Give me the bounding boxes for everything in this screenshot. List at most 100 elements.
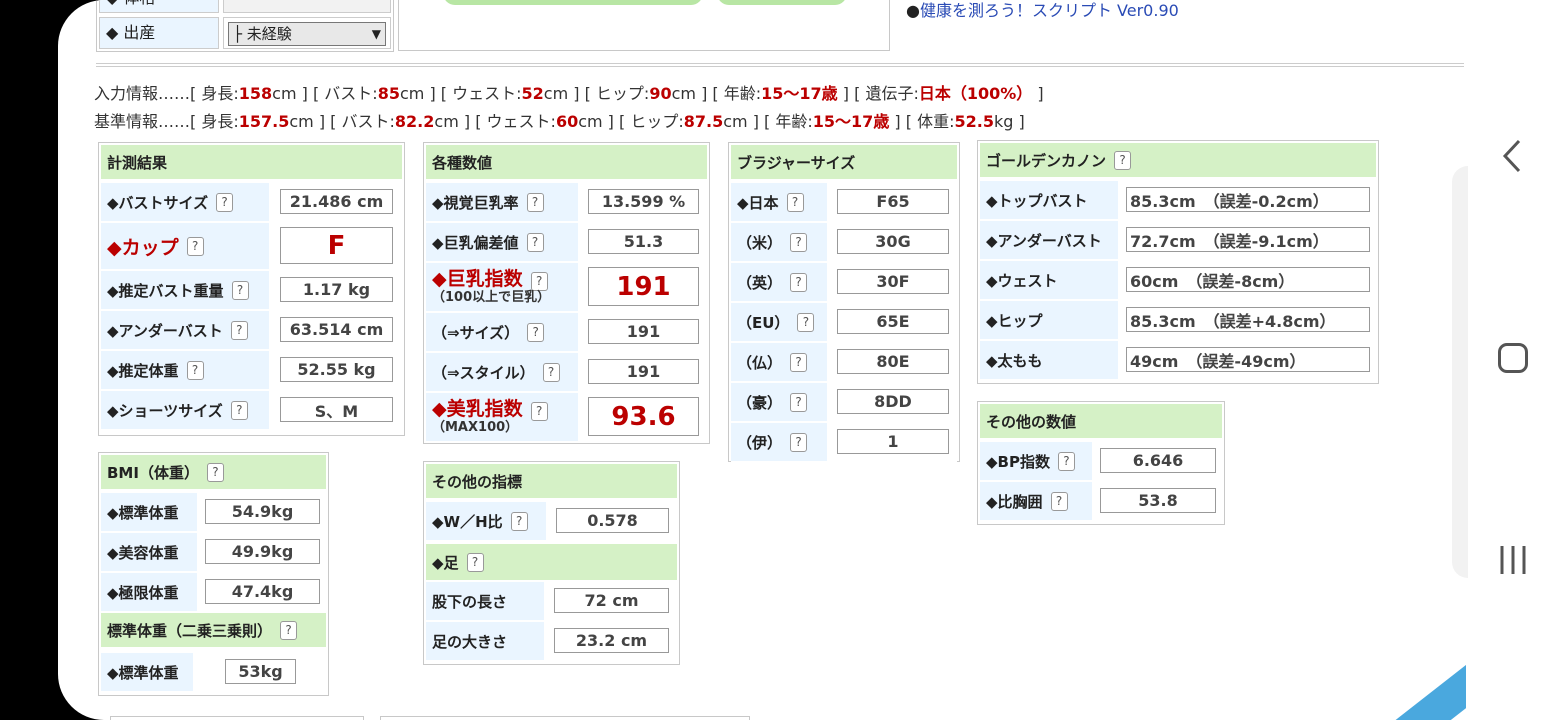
- help-icon[interactable]: ?: [1050, 491, 1068, 511]
- help-icon[interactable]: ?: [186, 360, 204, 380]
- help-icon[interactable]: ?: [230, 400, 248, 420]
- row-label: ◆BP指数: [986, 452, 1050, 471]
- help-icon[interactable]: ?: [790, 232, 808, 252]
- help-icon[interactable]: ?: [510, 511, 528, 531]
- row-label: ◆推定バスト重量: [107, 281, 224, 300]
- row-label: （豪）: [737, 393, 783, 412]
- row-label: 股下の長さ: [432, 592, 508, 611]
- help-icon[interactable]: ?: [797, 312, 815, 332]
- home-icon[interactable]: [1496, 340, 1530, 376]
- help-icon[interactable]: ?: [790, 272, 808, 292]
- various-title: 各種数値: [426, 145, 707, 179]
- info-unit: cm: [399, 84, 425, 103]
- row-label: ◆太もも: [986, 351, 1043, 370]
- measure-value: 52.55 kg: [280, 357, 393, 382]
- row-label-cell: ◆美容体重: [101, 533, 197, 571]
- info-label: 遺伝子:: [865, 84, 919, 103]
- info-label: バスト:: [341, 112, 395, 131]
- help-icon[interactable]: ?: [790, 392, 808, 412]
- row-label-cell: （米）?: [731, 223, 827, 261]
- help-icon[interactable]: ?: [790, 352, 808, 372]
- foot-value: 72 cm: [554, 588, 669, 613]
- row-label: （仏）: [737, 353, 783, 372]
- various-value: 191: [588, 359, 699, 384]
- bra-value: 80E: [837, 349, 949, 374]
- various-row: ◆巨乳偏差値? 51.3: [426, 223, 707, 263]
- golden-canon-row: ◆太もも 49cm （誤差-49cm）: [980, 341, 1376, 381]
- help-icon[interactable]: ?: [1057, 451, 1075, 471]
- golden-canon-value: 49cm （誤差-49cm）: [1126, 347, 1370, 372]
- row-label: ◆カップ: [107, 236, 179, 259]
- help-icon[interactable]: ?: [206, 462, 224, 482]
- info-value: 日本（100%）: [918, 84, 1033, 103]
- row-label-cell: ◆極限体重: [101, 573, 197, 611]
- help-icon[interactable]: ?: [186, 236, 204, 256]
- help-icon[interactable]: ?: [1114, 150, 1132, 170]
- action-button-2[interactable]: [717, 0, 847, 5]
- help-icon[interactable]: ?: [526, 192, 544, 212]
- row-label: ◆美乳指数: [432, 397, 523, 420]
- golden-canon-row: ◆アンダーバスト 72.7cm （誤差-9.1cm）: [980, 221, 1376, 261]
- indices-table: その他の指標 ◆W／H比? 0.578 ◆足? 股下の長さ 72 cm 足の大きさ 2…: [423, 461, 680, 665]
- row-label-cell: ◆推定体重?: [101, 351, 269, 389]
- help-icon[interactable]: ?: [230, 320, 248, 340]
- next-table-1: [110, 716, 364, 720]
- golden-canon-table: ゴールデンカノン? ◆トップバスト 85.3cm （誤差-0.2cm） ◆アンダーバ…: [977, 140, 1379, 384]
- bra-row: （伊）? 1: [731, 423, 957, 463]
- bra-row: ◆日本? F65: [731, 183, 957, 223]
- row-label-cell: ◆巨乳指数? （100以上で巨乳）: [426, 263, 578, 311]
- row-label-cell: ◆ショーツサイズ?: [101, 391, 269, 429]
- help-icon[interactable]: ?: [790, 432, 808, 452]
- measure-row: ◆アンダーバスト? 63.514 cm: [101, 311, 402, 351]
- help-icon[interactable]: ?: [530, 271, 548, 291]
- help-icon[interactable]: ?: [786, 192, 804, 212]
- top-panel: [398, 0, 890, 51]
- recent-apps-icon[interactable]: [1496, 542, 1530, 578]
- help-icon[interactable]: ?: [231, 280, 249, 300]
- row-label-cell: ◆標準体重: [101, 493, 197, 531]
- other-values-value: 6.646: [1100, 448, 1216, 473]
- foot-header: ◆足?: [426, 544, 677, 580]
- bmi-value: 54.9kg: [205, 499, 320, 524]
- golden-canon-header: ゴールデンカノン?: [980, 143, 1376, 177]
- various-value: 93.6: [588, 397, 699, 436]
- input-info-line: 入力情報……[ 身長:158cm ] [ バスト:85cm ] [ ウェスト:5…: [94, 84, 1044, 103]
- golden-canon-value: 72.7cm （誤差-9.1cm）: [1126, 227, 1370, 252]
- row-label: ◆トップバスト: [986, 191, 1088, 210]
- golden-canon-row: ◆トップバスト 85.3cm （誤差-0.2cm）: [980, 181, 1376, 221]
- physique-select[interactable]: [223, 0, 391, 13]
- other-values-value: 53.8: [1100, 488, 1216, 513]
- info-label: 年齢:: [775, 112, 813, 131]
- help-icon[interactable]: ?: [216, 192, 234, 212]
- bmi-table: BMI（体重）? ◆標準体重 54.9kg ◆美容体重 49.9kg ◆極限体重 47.4…: [98, 452, 329, 696]
- help-icon[interactable]: ?: [280, 620, 298, 640]
- back-icon[interactable]: [1496, 136, 1528, 176]
- help-icon[interactable]: ?: [530, 401, 548, 421]
- row-label-cell: ◆比胸囲?: [980, 482, 1092, 520]
- row-label-cell: ◆BP指数?: [980, 442, 1092, 480]
- row-label: ◆バストサイズ: [107, 193, 209, 212]
- bmi-row: ◆極限体重 47.4kg: [101, 573, 326, 613]
- row-label: （⇒スタイル）: [432, 363, 535, 382]
- row-label: ◆比胸囲: [986, 492, 1043, 511]
- action-button-1[interactable]: [443, 0, 703, 5]
- row-label-cell: ◆巨乳偏差値?: [426, 223, 578, 261]
- measure-value: S、M: [280, 397, 393, 422]
- row-label-cell: （仏）?: [731, 343, 827, 381]
- row-label-cell: （⇒サイズ）?: [426, 313, 578, 351]
- help-icon[interactable]: ?: [527, 322, 545, 342]
- info-unit: cm: [578, 112, 603, 131]
- script-version-link[interactable]: ●健康を測ろう！スクリプト Ver0.90: [906, 0, 1179, 21]
- info-label: 年齢:: [723, 84, 762, 103]
- various-value: 13.599 %: [588, 189, 699, 214]
- help-icon[interactable]: ?: [542, 362, 560, 382]
- bra-value: 30G: [837, 229, 949, 254]
- help-icon[interactable]: ?: [466, 552, 484, 572]
- side-panel-handle[interactable]: [1452, 166, 1468, 578]
- birth-select[interactable]: ├ 未経験 ▼: [228, 22, 386, 46]
- row-sublabel: （100以上で巨乳）: [432, 289, 551, 305]
- row-label: ◆ウェスト: [986, 271, 1058, 290]
- help-icon[interactable]: ?: [526, 232, 544, 252]
- row-label: （⇒サイズ）: [432, 323, 520, 342]
- row-label-cell: （⇒スタイル）?: [426, 353, 578, 391]
